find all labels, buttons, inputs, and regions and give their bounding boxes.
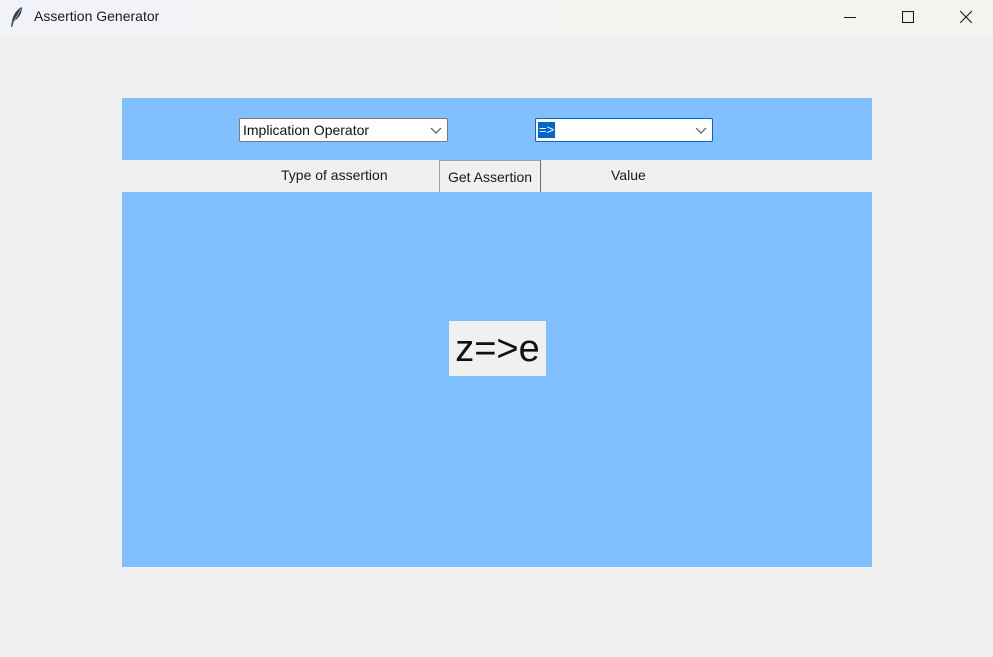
assertion-value-combobox[interactable]: =>: [535, 118, 713, 142]
get-assertion-button[interactable]: Get Assertion: [439, 160, 541, 193]
assertion-value-selected: =>: [538, 122, 556, 138]
assertion-type-combobox[interactable]: Implication Operator: [239, 118, 448, 142]
assertion-result-text: z=>e: [449, 321, 546, 376]
app-window: Assertion Generator Implication Operator…: [0, 0, 993, 657]
minimize-button[interactable]: [827, 0, 873, 34]
chevron-down-icon[interactable]: [695, 125, 707, 135]
title-bar[interactable]: Assertion Generator: [0, 0, 993, 34]
assertion-type-label: Type of assertion: [281, 167, 388, 183]
selection-panel: [122, 98, 872, 160]
close-button[interactable]: [943, 0, 989, 34]
chevron-down-icon[interactable]: [430, 125, 442, 135]
assertion-value-label: Value: [611, 167, 646, 183]
assertion-type-value: Implication Operator: [243, 122, 370, 138]
window-title: Assertion Generator: [34, 8, 160, 24]
feather-icon: [11, 7, 22, 27]
minimize-icon: [844, 17, 856, 18]
close-icon: [960, 11, 972, 23]
result-panel: [122, 192, 872, 567]
maximize-icon: [902, 11, 914, 23]
maximize-button[interactable]: [885, 0, 931, 34]
